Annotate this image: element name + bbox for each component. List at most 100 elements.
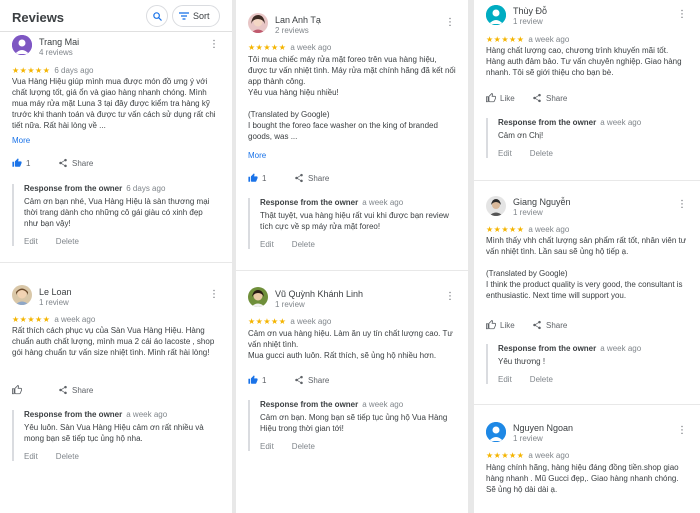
edit-button[interactable]: Edit [498,375,512,384]
thumbs-up-icon [12,385,22,395]
share-label: Share [72,158,94,168]
share-button[interactable]: Share [58,158,93,168]
reviewer-review-count: 1 review [513,208,543,217]
review-date: a week ago [528,35,570,44]
edit-button[interactable]: Edit [24,452,38,461]
like-count: 1 [26,158,31,168]
owner-response-label: Response from the owner [260,400,359,409]
avatar[interactable] [12,285,32,305]
reviewer-name[interactable]: Nguyen Ngoan [513,423,573,433]
thumbs-up-icon [248,375,258,385]
like-button[interactable] [12,385,58,395]
rating-row: ★★★★★ a week ago [486,35,569,44]
more-options-icon[interactable]: ⋮ [209,290,219,300]
more-options-icon[interactable]: ⋮ [445,292,455,302]
reviewer-name[interactable]: Le Loan [39,287,72,297]
delete-button[interactable]: Delete [56,237,79,246]
star-rating: ★★★★★ [248,43,287,52]
delete-button[interactable]: Delete [292,442,315,451]
delete-button[interactable]: Delete [530,149,553,158]
reviewer-name[interactable]: Thùy Đỗ [513,6,547,16]
reviewer-name[interactable]: Vũ Quỳnh Khánh Linh [275,289,363,299]
avatar[interactable] [248,13,268,33]
edit-button[interactable]: Edit [260,442,274,451]
divider [474,180,700,181]
review-actions: 1 Share [248,173,329,183]
more-options-icon[interactable]: ⋮ [677,200,687,210]
like-count: 1 [262,173,267,183]
divider [0,262,232,263]
owner-response-label: Response from the owner [260,198,359,207]
sort-icon [179,12,189,20]
share-button[interactable]: Share [58,385,93,395]
avatar[interactable] [486,422,506,442]
reviews-title: Reviews [12,10,65,25]
rating-row: ★★★★★ a week ago [248,317,331,326]
review-text: Tôi mua chiếc máy rửa mặt foreo trên vua… [248,55,456,141]
search-icon [152,11,163,22]
edit-button[interactable]: Edit [24,237,38,246]
owner-response-date: a week ago [600,118,642,127]
divider [236,270,468,271]
share-label: Share [72,385,94,395]
share-button[interactable]: Share [294,375,329,385]
reviewer-name[interactable]: Giang Nguyễn [513,197,571,207]
like-button[interactable]: Like [486,93,532,103]
review-date: a week ago [54,315,96,324]
edit-button[interactable]: Edit [498,149,512,158]
more-options-icon[interactable]: ⋮ [677,10,687,20]
share-button[interactable]: Share [294,173,329,183]
review-date: a week ago [290,317,332,326]
star-rating: ★★★★★ [486,225,525,234]
review-date: a week ago [528,225,570,234]
thumbs-up-icon [486,320,496,330]
delete-button[interactable]: Delete [530,375,553,384]
like-button[interactable]: Like [486,320,532,330]
more-link[interactable]: More [248,151,266,160]
sort-label: Sort [193,11,210,21]
share-icon [294,173,304,183]
sort-button[interactable]: Sort [172,5,220,27]
reviews-column-1: Reviews Sort Trang Mai 4 reviews ⋮ ★★★★★… [0,0,232,513]
owner-response: Response from the owner 6 days ago Cảm ơn… [12,184,218,246]
review-text: Vua Hàng Hiệu giúp mình mua được món đồ … [12,77,216,130]
delete-button[interactable]: Delete [56,452,79,461]
review-actions: Share [12,385,93,395]
edit-button[interactable]: Edit [260,240,274,249]
review-actions: 1 Share [248,375,329,385]
more-options-icon[interactable]: ⋮ [209,40,219,50]
more-options-icon[interactable]: ⋮ [677,426,687,436]
share-button[interactable]: Share [532,320,567,330]
thumbs-up-icon [248,173,258,183]
like-button[interactable]: 1 [248,375,294,385]
avatar[interactable] [12,35,32,55]
owner-response: Response from the owner a week ago Yêu th… [486,344,686,384]
review-actions: Like Share [486,93,567,103]
reviewer-name[interactable]: Lan Anh Tạ [275,15,321,25]
avatar[interactable] [248,287,268,307]
thumbs-up-icon [12,158,22,168]
more-link[interactable]: More [12,136,30,145]
share-button[interactable]: Share [532,93,567,103]
reviewer-review-count: 1 review [39,298,69,307]
owner-response-date: a week ago [362,400,404,409]
search-button[interactable] [146,5,168,27]
owner-response-label: Response from the owner [498,118,597,127]
avatar[interactable] [486,196,506,216]
reviewer-name[interactable]: Trang Mai [39,37,79,47]
review-text: Rất thích cách phục vụ của Sàn Vua Hàng … [12,326,215,357]
like-button[interactable]: 1 [248,173,294,183]
owner-response: Response from the owner a week ago Cảm ơn… [486,118,686,158]
thumbs-up-icon [486,93,496,103]
share-label: Share [546,93,568,103]
rating-row: ★★★★★ 6 days ago [12,66,94,75]
star-rating: ★★★★★ [486,35,525,44]
review-date: a week ago [528,451,570,460]
avatar[interactable] [486,5,506,25]
reviewer-review-count: 4 reviews [39,48,73,57]
more-options-icon[interactable]: ⋮ [445,18,455,28]
owner-response-date: a week ago [362,198,404,207]
like-button[interactable]: 1 [12,158,58,168]
review-text: Cảm ơn vua hàng hiệu. Làm ăn uy tín chất… [248,329,453,360]
delete-button[interactable]: Delete [292,240,315,249]
